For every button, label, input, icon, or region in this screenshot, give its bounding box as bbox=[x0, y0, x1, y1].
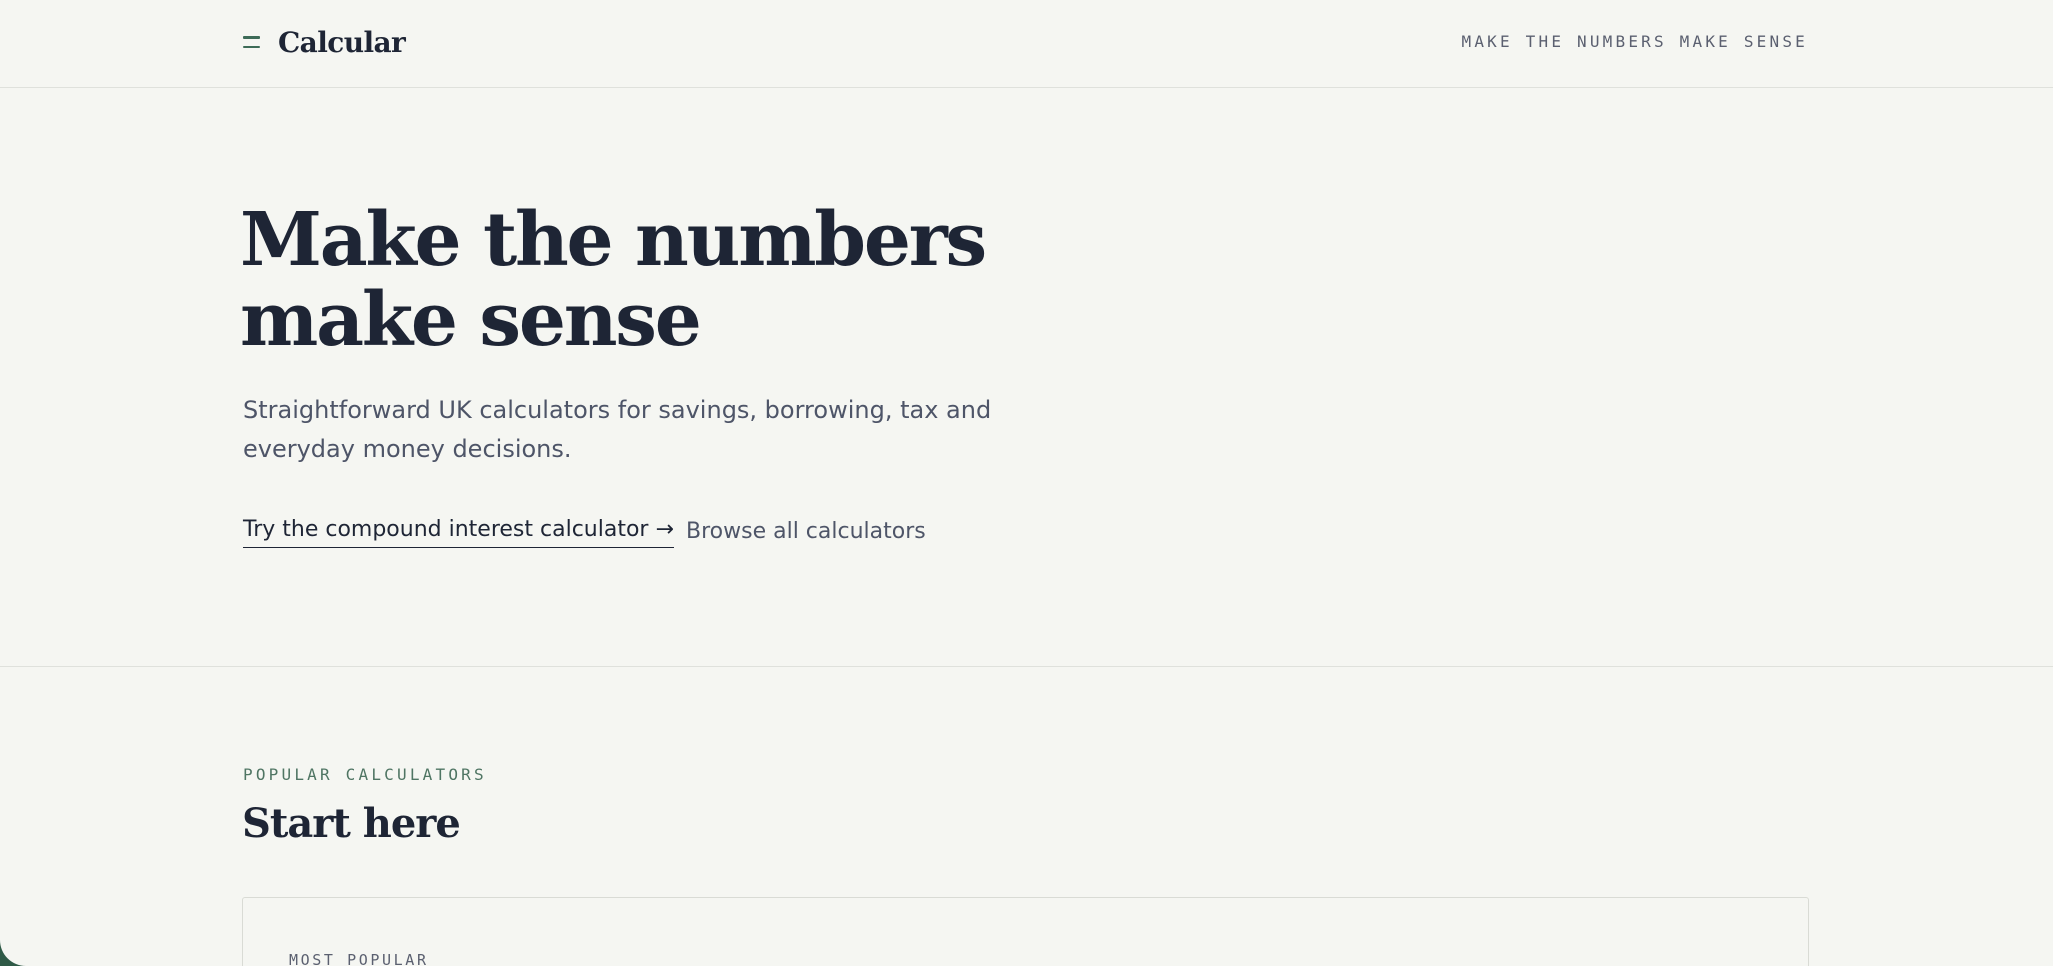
most-popular-card[interactable]: MOST POPULAR bbox=[242, 897, 1809, 966]
hero-title: Make the numbers make sense bbox=[240, 197, 987, 363]
equals-logo-icon bbox=[243, 36, 263, 48]
card-eyebrow: MOST POPULAR bbox=[289, 951, 429, 966]
page: Calcular MAKE THE NUMBERS MAKE SENSE Mak… bbox=[0, 0, 2053, 966]
brand-name: Calcular bbox=[278, 25, 406, 59]
browse-all-calculators-link[interactable]: Browse all calculators bbox=[686, 519, 926, 544]
section-eyebrow: POPULAR CALCULATORS bbox=[243, 765, 487, 784]
site-header: Calcular MAKE THE NUMBERS MAKE SENSE bbox=[0, 0, 2053, 88]
header-tagline: MAKE THE NUMBERS MAKE SENSE bbox=[1461, 32, 1808, 51]
logo-link[interactable]: Calcular bbox=[243, 22, 406, 62]
compound-interest-cta-link[interactable]: Try the compound interest calculator → bbox=[243, 517, 674, 548]
section-divider bbox=[0, 666, 2053, 667]
section-title: Start here bbox=[242, 800, 461, 847]
hero-subtitle: Straightforward UK calculators for savin… bbox=[243, 396, 992, 463]
